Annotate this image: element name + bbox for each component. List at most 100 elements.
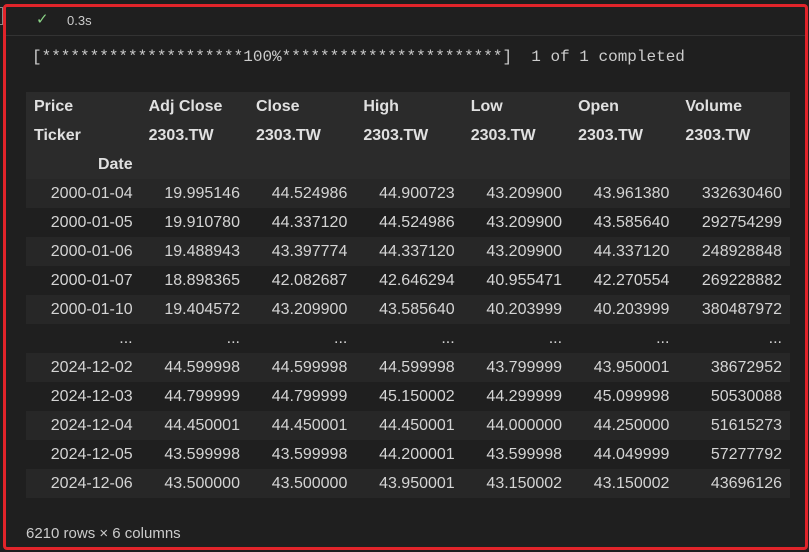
price-label: Price bbox=[26, 92, 141, 121]
table-cell: 43.150002 bbox=[570, 469, 678, 498]
table-cell: ... bbox=[462, 324, 571, 353]
table-row: 2000-01-06 19.488943 43.397774 44.337120 43.… bbox=[26, 237, 790, 266]
table-cell: 19.488943 bbox=[140, 237, 248, 266]
column-header: 2303.TW bbox=[570, 121, 678, 150]
execution-time: 0.3s bbox=[67, 13, 92, 28]
row-index-date: 2000-01-10 bbox=[26, 295, 141, 324]
table-row: 2024-12-04 44.450001 44.450001 44.450001 44.… bbox=[26, 411, 790, 440]
ticker-label: Ticker bbox=[26, 121, 141, 150]
table-cell: 44.524986 bbox=[247, 179, 356, 208]
table-cell: 44.000000 bbox=[462, 411, 571, 440]
table-cell: 43.150002 bbox=[462, 469, 571, 498]
table-cell: ... bbox=[247, 324, 356, 353]
table-cell: 44.599998 bbox=[140, 353, 248, 382]
table-cell: 44.450001 bbox=[140, 411, 248, 440]
table-cell: 43.585640 bbox=[355, 295, 463, 324]
table-cell: 40.203999 bbox=[570, 295, 678, 324]
table-cell: 43.397774 bbox=[247, 237, 356, 266]
table-cell: 19.404572 bbox=[140, 295, 248, 324]
table-cell: 43.209900 bbox=[462, 179, 571, 208]
table-cell: 43.500000 bbox=[140, 469, 248, 498]
table-cell: 50530088 bbox=[677, 382, 790, 411]
row-index-date: 2000-01-04 bbox=[26, 179, 141, 208]
column-header: 2303.TW bbox=[677, 121, 790, 150]
row-index-date: 2000-01-06 bbox=[26, 237, 141, 266]
check-icon: ✓ bbox=[36, 10, 49, 28]
row-index-date: ... bbox=[26, 324, 141, 353]
table-cell: 292754299 bbox=[677, 208, 790, 237]
table-cell: 44.049999 bbox=[570, 440, 678, 469]
table-cell: 43.585640 bbox=[570, 208, 678, 237]
table-cell: 269228882 bbox=[677, 266, 790, 295]
table-cell: 45.099998 bbox=[570, 382, 678, 411]
column-header: Open bbox=[570, 92, 678, 121]
table-cell: 43.961380 bbox=[570, 179, 678, 208]
dataframe-table: Price Adj Close Close High Low Open Volume Tic… bbox=[26, 92, 790, 498]
column-header: 2303.TW bbox=[247, 121, 356, 150]
table-cell: 44.599998 bbox=[247, 353, 356, 382]
column-header: Low bbox=[462, 92, 571, 121]
table-cell: 38672952 bbox=[677, 353, 790, 382]
header-row-ticker: Ticker 2303.TW 2303.TW 2303.TW 2303.TW 2303.T… bbox=[26, 121, 790, 150]
table-cell: 43.599998 bbox=[462, 440, 571, 469]
table-cell: 40.203999 bbox=[462, 295, 571, 324]
column-header: High bbox=[355, 92, 463, 121]
table-cell: 44.799999 bbox=[140, 382, 248, 411]
table-cell: 40.955471 bbox=[462, 266, 571, 295]
table-cell: 51615273 bbox=[677, 411, 790, 440]
table-row: 2024-12-02 44.599998 44.599998 44.599998 43.… bbox=[26, 353, 790, 382]
table-cell: 43.950001 bbox=[355, 469, 463, 498]
table-cell: 44.599998 bbox=[355, 353, 463, 382]
table-cell: 43.209900 bbox=[462, 237, 571, 266]
dataframe-shape: 6210 rows × 6 columns bbox=[26, 525, 181, 542]
row-index-date: 2024-12-03 bbox=[26, 382, 141, 411]
table-cell: 44.450001 bbox=[355, 411, 463, 440]
header-row-price: Price Adj Close Close High Low Open Volume bbox=[26, 92, 790, 121]
table-cell: 248928848 bbox=[677, 237, 790, 266]
table-cell: 43.599998 bbox=[140, 440, 248, 469]
table-cell: ... bbox=[140, 324, 248, 353]
table-row: 2024-12-05 43.599998 43.599998 44.200001 43.… bbox=[26, 440, 790, 469]
column-header: Adj Close bbox=[140, 92, 248, 121]
cell-status-bar: ✓ 0.3s bbox=[6, 7, 805, 36]
index-name-header: Date bbox=[26, 150, 141, 179]
table-cell: 19.995146 bbox=[140, 179, 248, 208]
column-header: 2303.TW bbox=[140, 121, 248, 150]
row-index-date: 2024-12-04 bbox=[26, 411, 141, 440]
table-cell: 44.799999 bbox=[247, 382, 356, 411]
table-cell: 42.082687 bbox=[247, 266, 356, 295]
table-row: ..................... bbox=[26, 324, 790, 353]
row-index-date: 2024-12-06 bbox=[26, 469, 141, 498]
column-header: Close bbox=[247, 92, 356, 121]
table-cell: 44.299999 bbox=[462, 382, 571, 411]
table-cell: 44.900723 bbox=[355, 179, 463, 208]
table-cell: 45.150002 bbox=[355, 382, 463, 411]
table-row: 2000-01-07 18.898365 42.082687 42.646294 40.… bbox=[26, 266, 790, 295]
table-row: 2024-12-06 43.500000 43.500000 43.950001 43.… bbox=[26, 469, 790, 498]
table-cell: 19.910780 bbox=[140, 208, 248, 237]
row-index-date: 2000-01-05 bbox=[26, 208, 141, 237]
table-cell: 43.950001 bbox=[570, 353, 678, 382]
column-header: 2303.TW bbox=[355, 121, 463, 150]
table-cell: 380487972 bbox=[677, 295, 790, 324]
table-row: 2000-01-10 19.404572 43.209900 43.585640 40.… bbox=[26, 295, 790, 324]
table-cell: 43.599998 bbox=[247, 440, 356, 469]
table-cell: 44.250000 bbox=[570, 411, 678, 440]
table-cell: ... bbox=[570, 324, 678, 353]
table-row: 2000-01-04 19.995146 44.524986 44.900723 43.… bbox=[26, 179, 790, 208]
table-cell: 18.898365 bbox=[140, 266, 248, 295]
column-header: 2303.TW bbox=[462, 121, 571, 150]
row-index-date: 2024-12-02 bbox=[26, 353, 141, 382]
table-cell: 44.450001 bbox=[247, 411, 356, 440]
table-cell: 332630460 bbox=[677, 179, 790, 208]
table-cell: ... bbox=[677, 324, 790, 353]
table-cell: ... bbox=[355, 324, 463, 353]
column-header: Volume bbox=[677, 92, 790, 121]
table-cell: 43.209900 bbox=[247, 295, 356, 324]
table-cell: 44.200001 bbox=[355, 440, 463, 469]
table-cell: 44.524986 bbox=[355, 208, 463, 237]
table-row: 2024-12-03 44.799999 44.799999 45.150002 44.… bbox=[26, 382, 790, 411]
table-cell: 42.646294 bbox=[355, 266, 463, 295]
table-cell: 42.270554 bbox=[570, 266, 678, 295]
table-row: 2000-01-05 19.910780 44.337120 44.524986 43.… bbox=[26, 208, 790, 237]
